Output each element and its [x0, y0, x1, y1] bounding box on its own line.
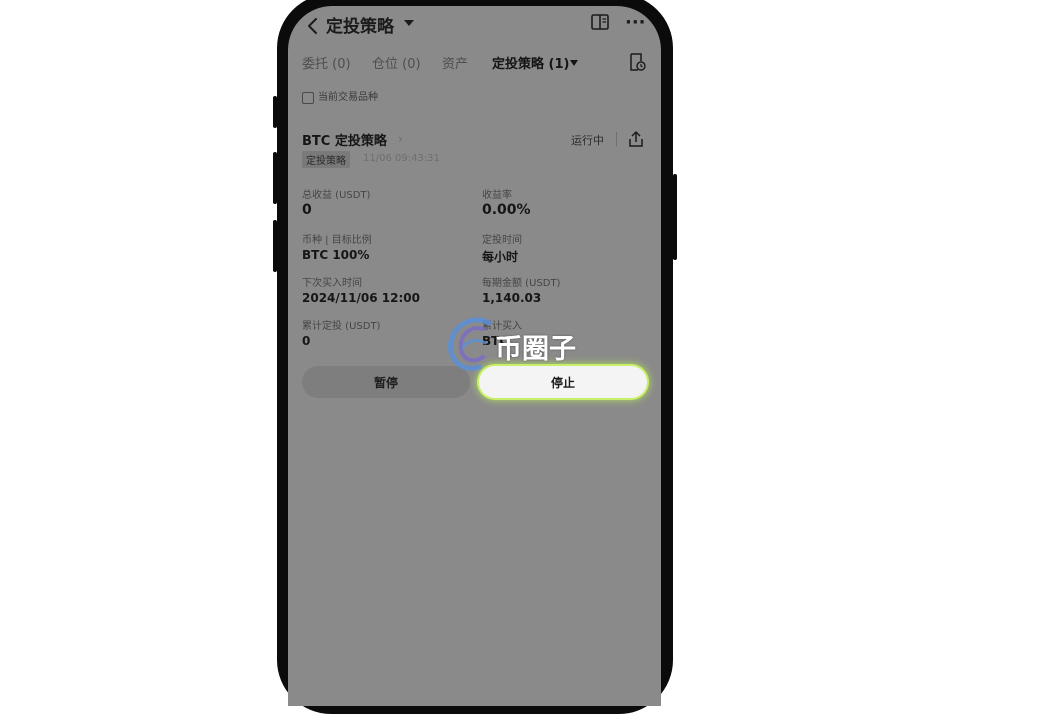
- strategy-type-tag: 定投策略: [302, 151, 350, 168]
- title-dropdown-caret-icon[interactable]: [404, 19, 414, 27]
- current-pair-checkbox[interactable]: [302, 92, 314, 104]
- history-record-icon[interactable]: [628, 52, 646, 72]
- created-timestamp: 11/06 09:43:31: [363, 153, 440, 164]
- coin-ratio-label: 币种 | 目标比例: [302, 235, 372, 246]
- tab-positions[interactable]: 仓位 (0): [372, 53, 421, 72]
- back-arrow-icon[interactable]: [306, 16, 320, 36]
- next-buy-label: 下次买入时间: [302, 278, 362, 289]
- more-options-icon[interactable]: ···: [625, 12, 646, 33]
- watermark-text: 币圈子: [495, 334, 576, 365]
- guide-book-icon[interactable]: [590, 12, 610, 32]
- chevron-right-icon[interactable]: ›: [398, 132, 403, 146]
- schedule-value: 每小时: [482, 250, 519, 264]
- yield-rate-value: 0.00%: [482, 202, 531, 218]
- page-title[interactable]: 定投策略: [326, 12, 394, 37]
- tab-dca-strategy[interactable]: 定投策略 (1): [492, 53, 569, 72]
- volume-up-button: [273, 152, 277, 204]
- strategy-card-title[interactable]: BTC 定投策略: [302, 130, 387, 149]
- coin-ratio-value: BTC 100%: [302, 248, 370, 262]
- schedule-label: 定投时间: [482, 235, 522, 246]
- yield-rate-label: 收益率: [482, 190, 512, 201]
- volume-down-button: [273, 220, 277, 272]
- total-profit-value: 0: [302, 202, 312, 218]
- per-period-amount-label: 每期金额 (USDT): [482, 278, 561, 289]
- power-button: [673, 174, 677, 260]
- cumulative-invest-label: 累计定投 (USDT): [302, 321, 381, 332]
- watermark: 币圈子: [445, 313, 605, 375]
- divider: [616, 132, 617, 146]
- status-badge: 运行中: [571, 134, 604, 147]
- per-period-amount-value: 1,140.03: [482, 291, 542, 305]
- share-icon[interactable]: [628, 130, 644, 148]
- tab-assets[interactable]: 资产: [442, 53, 468, 72]
- next-buy-value: 2024/11/06 12:00: [302, 291, 420, 305]
- cumulative-invest-value: 0: [302, 334, 311, 348]
- tab-orders[interactable]: 委托 (0): [302, 53, 351, 72]
- current-pair-label[interactable]: 当前交易品种: [318, 88, 378, 103]
- total-profit-label: 总收益 (USDT): [302, 190, 371, 201]
- tab-dropdown-caret-icon[interactable]: [570, 60, 578, 66]
- mute-switch: [273, 96, 277, 128]
